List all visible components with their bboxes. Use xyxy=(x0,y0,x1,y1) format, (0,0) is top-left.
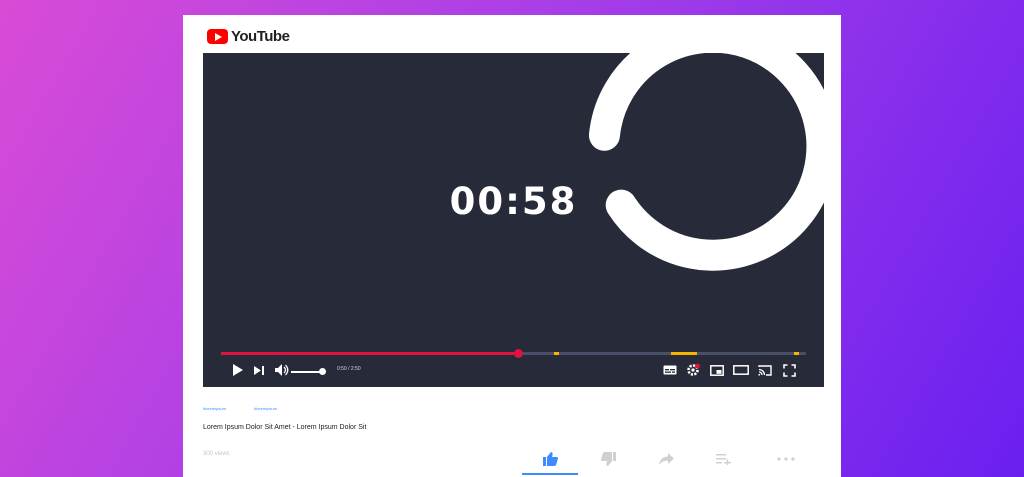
theater-mode-icon xyxy=(733,365,749,375)
play-icon xyxy=(232,364,243,376)
chapter-marker xyxy=(794,352,800,355)
dislike-button[interactable] xyxy=(596,451,620,467)
miniplayer-button[interactable] xyxy=(709,362,725,378)
chapter-marker xyxy=(671,352,698,355)
dislike-icon xyxy=(600,452,616,466)
video-player[interactable]: 00:58 0:50 / 2:50 xyxy=(203,53,824,387)
share-button[interactable] xyxy=(654,451,678,467)
youtube-logo-icon xyxy=(207,28,228,44)
time-display: 0:50 / 2:50 xyxy=(337,366,361,372)
volume-icon xyxy=(275,364,289,376)
hashtag-link[interactable]: #loremipsum xyxy=(254,406,277,411)
more-icon xyxy=(777,457,795,461)
progress-bar[interactable] xyxy=(221,349,806,358)
more-button[interactable] xyxy=(774,451,798,467)
settings-icon xyxy=(687,363,700,376)
like-active-indicator xyxy=(522,473,578,475)
next-button[interactable] xyxy=(253,362,265,378)
miniplayer-icon xyxy=(710,364,724,376)
subtitles-button[interactable] xyxy=(662,362,678,378)
volume-button[interactable] xyxy=(275,362,289,378)
video-card: YouTube 00:58 0:50 / 2:50 #loremipsum #l… xyxy=(183,15,841,477)
progress-played xyxy=(221,352,519,355)
settings-button[interactable] xyxy=(685,362,701,378)
fullscreen-icon xyxy=(782,363,796,377)
countdown-timer: 00:58 xyxy=(449,180,578,223)
play-button[interactable] xyxy=(230,362,244,378)
view-count: 300 views xyxy=(203,451,230,457)
chapter-marker xyxy=(554,352,560,355)
theater-mode-button[interactable] xyxy=(733,362,749,378)
save-button[interactable] xyxy=(711,451,735,467)
like-icon xyxy=(542,452,558,466)
like-button[interactable] xyxy=(538,451,562,467)
youtube-logo[interactable]: YouTube xyxy=(207,27,290,45)
hashtag-link[interactable]: #loremipsum xyxy=(203,406,226,411)
volume-slider-handle[interactable] xyxy=(319,368,326,375)
subtitles-icon xyxy=(663,365,677,375)
cast-button[interactable] xyxy=(757,362,773,378)
share-icon xyxy=(658,453,674,465)
fullscreen-button[interactable] xyxy=(781,362,797,378)
cast-icon xyxy=(758,364,772,376)
volume-slider[interactable] xyxy=(291,371,321,373)
video-title: Lorem Ipsum Dolor Sit Amet - Lorem Ipsum… xyxy=(203,424,367,431)
youtube-logo-text: YouTube xyxy=(231,27,290,45)
skip-next-icon xyxy=(254,365,264,375)
save-playlist-icon xyxy=(715,454,731,465)
